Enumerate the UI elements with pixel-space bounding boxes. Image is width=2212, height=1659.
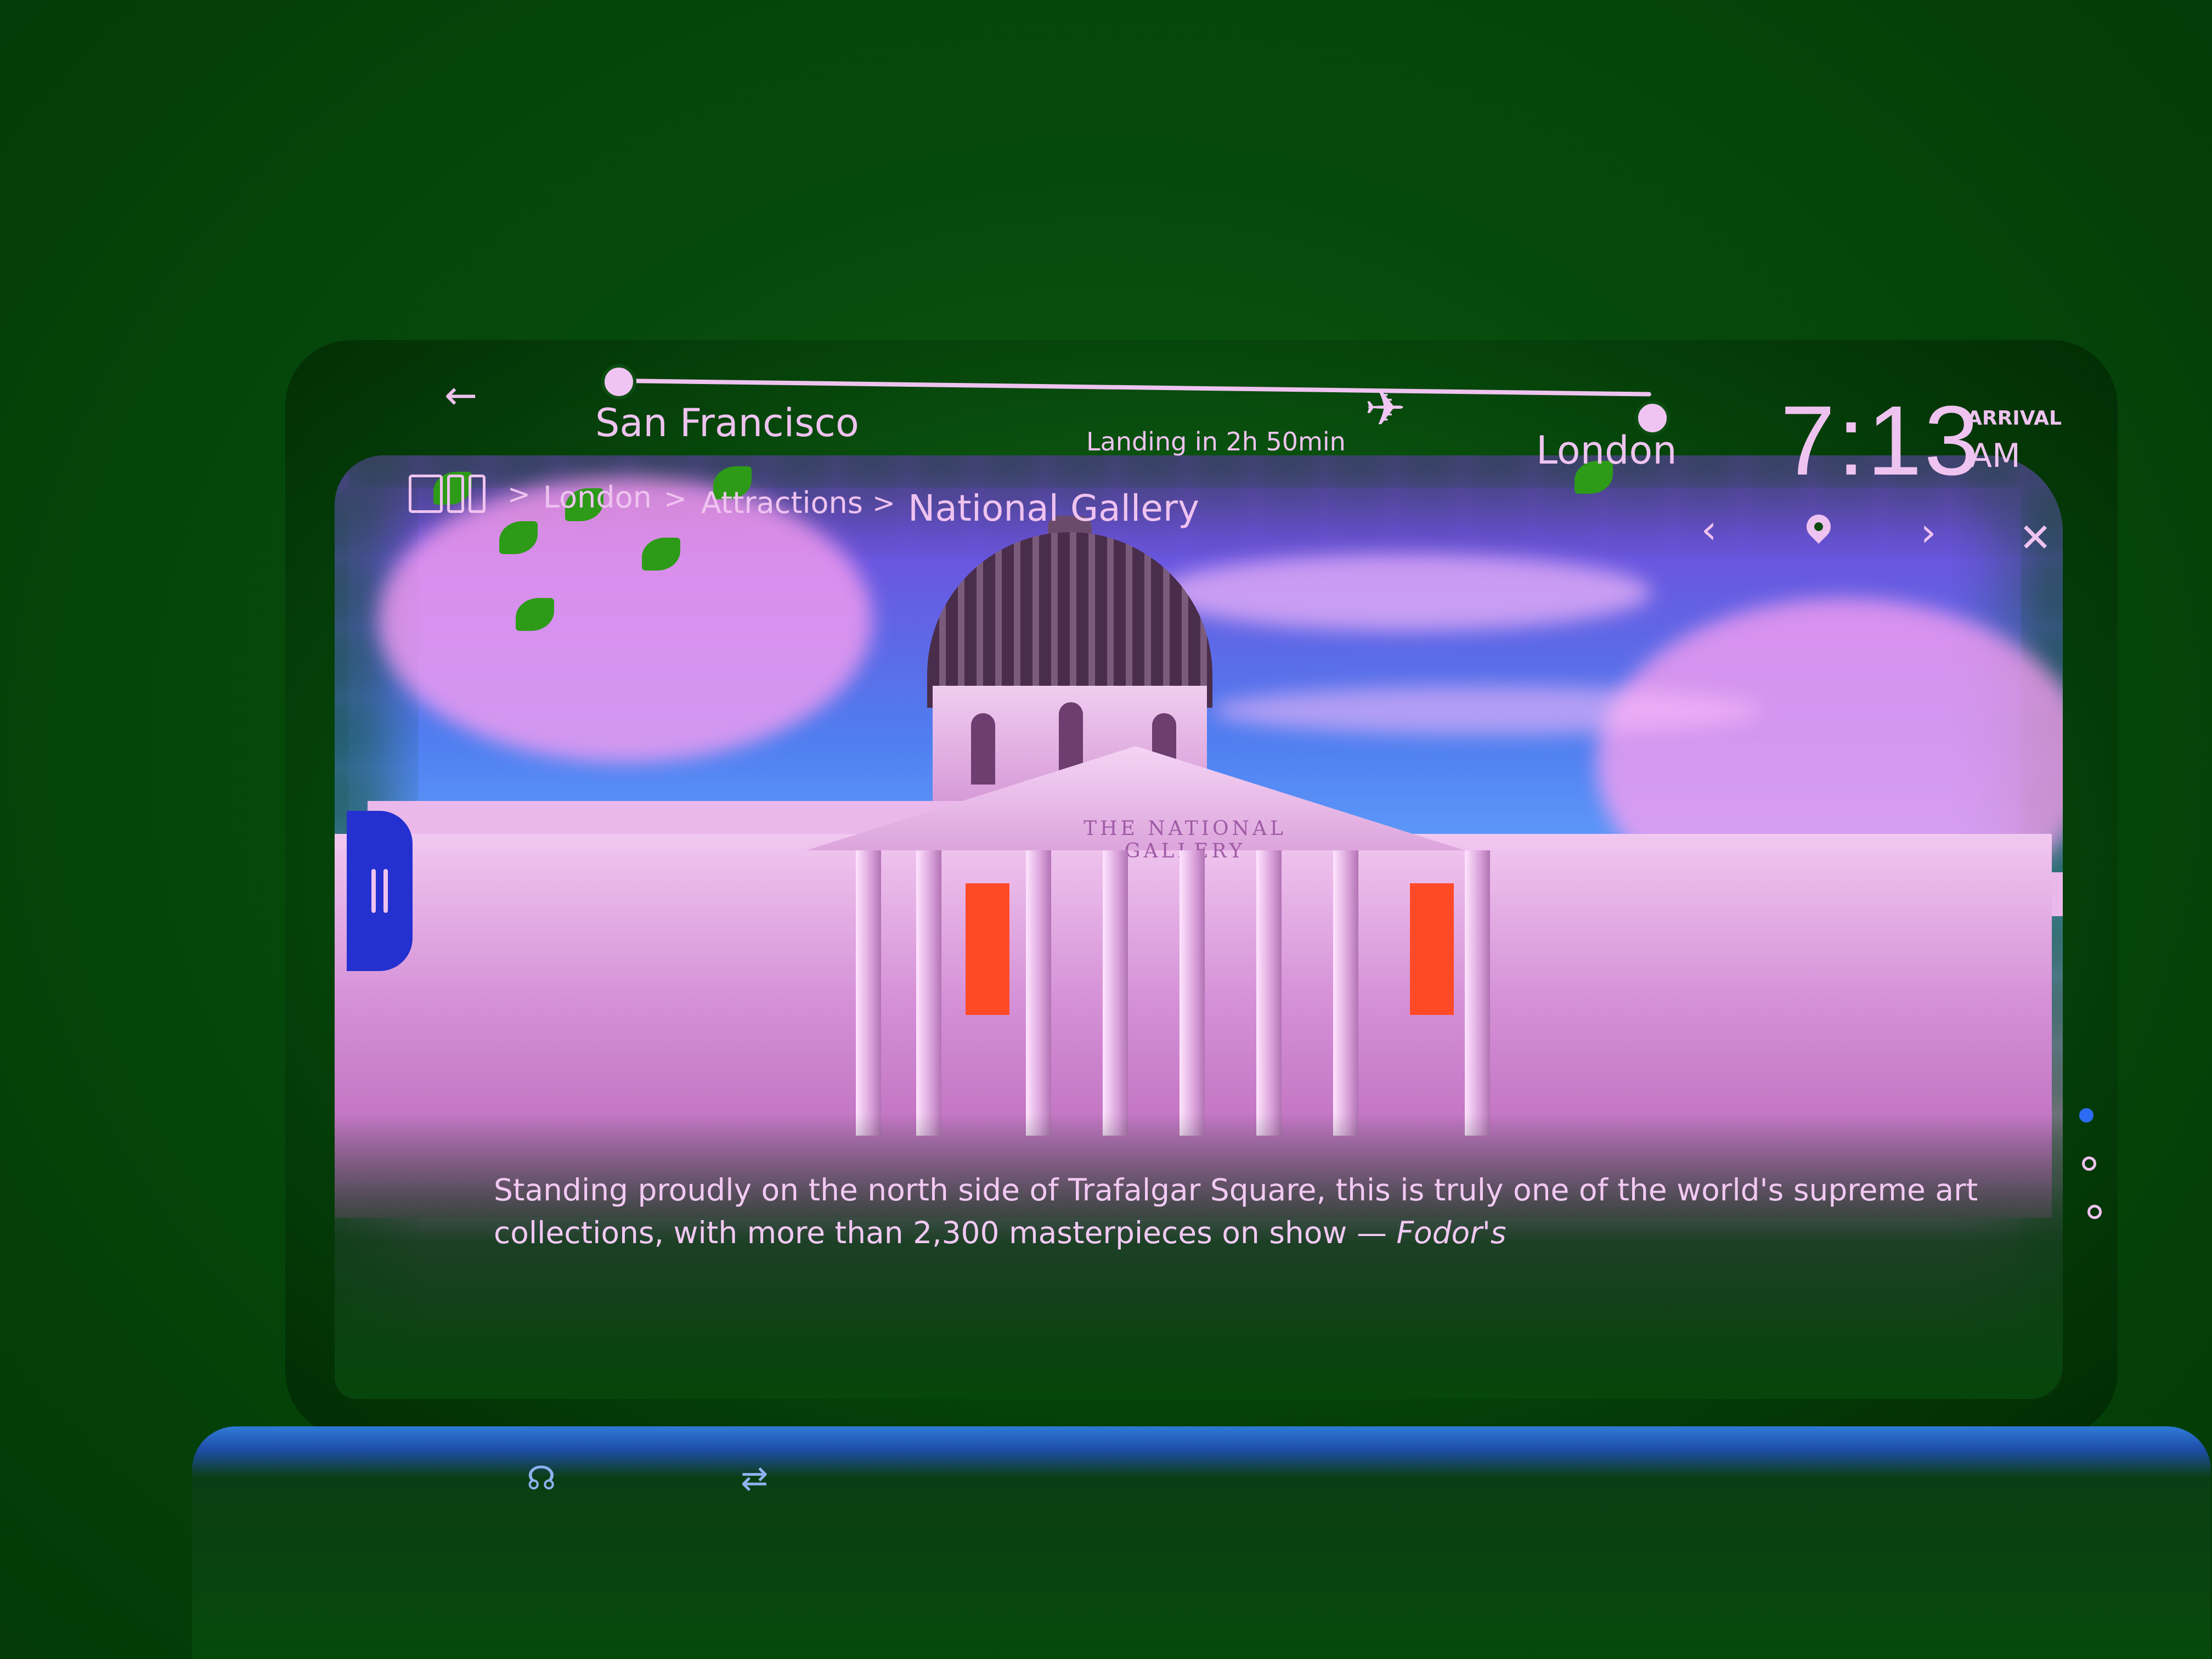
gallery-dome [927, 532, 1212, 708]
cloud [1158, 554, 1651, 631]
column [1333, 850, 1358, 1136]
arched-window [971, 713, 995, 785]
column [1256, 850, 1282, 1136]
grid-icon[interactable] [409, 475, 486, 513]
column [916, 850, 941, 1136]
grid-cell [469, 475, 486, 513]
seatback-console [192, 1426, 2211, 1659]
usb-icon: ⇄ [741, 1459, 769, 1498]
column [1180, 850, 1205, 1136]
column [1465, 850, 1490, 1136]
column [1026, 850, 1051, 1136]
arrival-label: ARRIVAL [1967, 407, 2062, 430]
landing-status: Landing in 2h 50min [1086, 427, 1346, 456]
page-dot[interactable] [2082, 1156, 2096, 1171]
chevron-left-icon[interactable]: ‹ [1687, 507, 1731, 551]
caption-source: Fodor's [1396, 1215, 1506, 1250]
cloud [379, 477, 872, 763]
hero-image: THE NATIONAL GALLERY [335, 455, 2063, 1399]
arrival-ampm: AM [1970, 437, 2021, 475]
pause-button[interactable] [347, 811, 413, 971]
pause-icon [371, 869, 376, 913]
gallery-banner [1410, 883, 1454, 1015]
grid-cell [447, 475, 464, 513]
origin-dot [601, 364, 636, 399]
page-dot-active[interactable] [2079, 1108, 2094, 1122]
breadcrumb-separator: > [872, 487, 895, 519]
chevron-right-icon[interactable]: › [1906, 510, 1950, 554]
image-fade [335, 1114, 2063, 1399]
breadcrumb-item-national-gallery: National Gallery [908, 487, 1200, 529]
destination-city: London [1536, 428, 1677, 473]
caption-text: Standing proudly on the north side of Tr… [494, 1172, 1978, 1250]
breadcrumb-item-london[interactable]: London [543, 480, 652, 515]
attraction-caption: Standing proudly on the north side of Tr… [494, 1169, 2030, 1254]
arrival-time: 7:13 [1780, 386, 1982, 496]
plane-icon: ✈ [1364, 380, 1406, 437]
cloud [1212, 686, 1761, 735]
pause-icon [383, 869, 388, 913]
back-arrow-icon[interactable]: ← [439, 373, 483, 417]
column [1103, 850, 1128, 1136]
page-dot[interactable] [2087, 1205, 2102, 1219]
origin-city: San Francisco [595, 400, 859, 445]
gallery-banner [966, 883, 1009, 1015]
arched-window [1059, 702, 1083, 774]
breadcrumb-separator: > [664, 483, 687, 515]
headphone-icon: ☊ [527, 1459, 556, 1498]
column [856, 850, 881, 1136]
breadcrumb-separator: > [507, 478, 531, 510]
breadcrumb-item-attractions[interactable]: Attractions [701, 486, 863, 520]
grid-cell [409, 475, 443, 513]
close-icon[interactable]: ✕ [2013, 516, 2057, 560]
